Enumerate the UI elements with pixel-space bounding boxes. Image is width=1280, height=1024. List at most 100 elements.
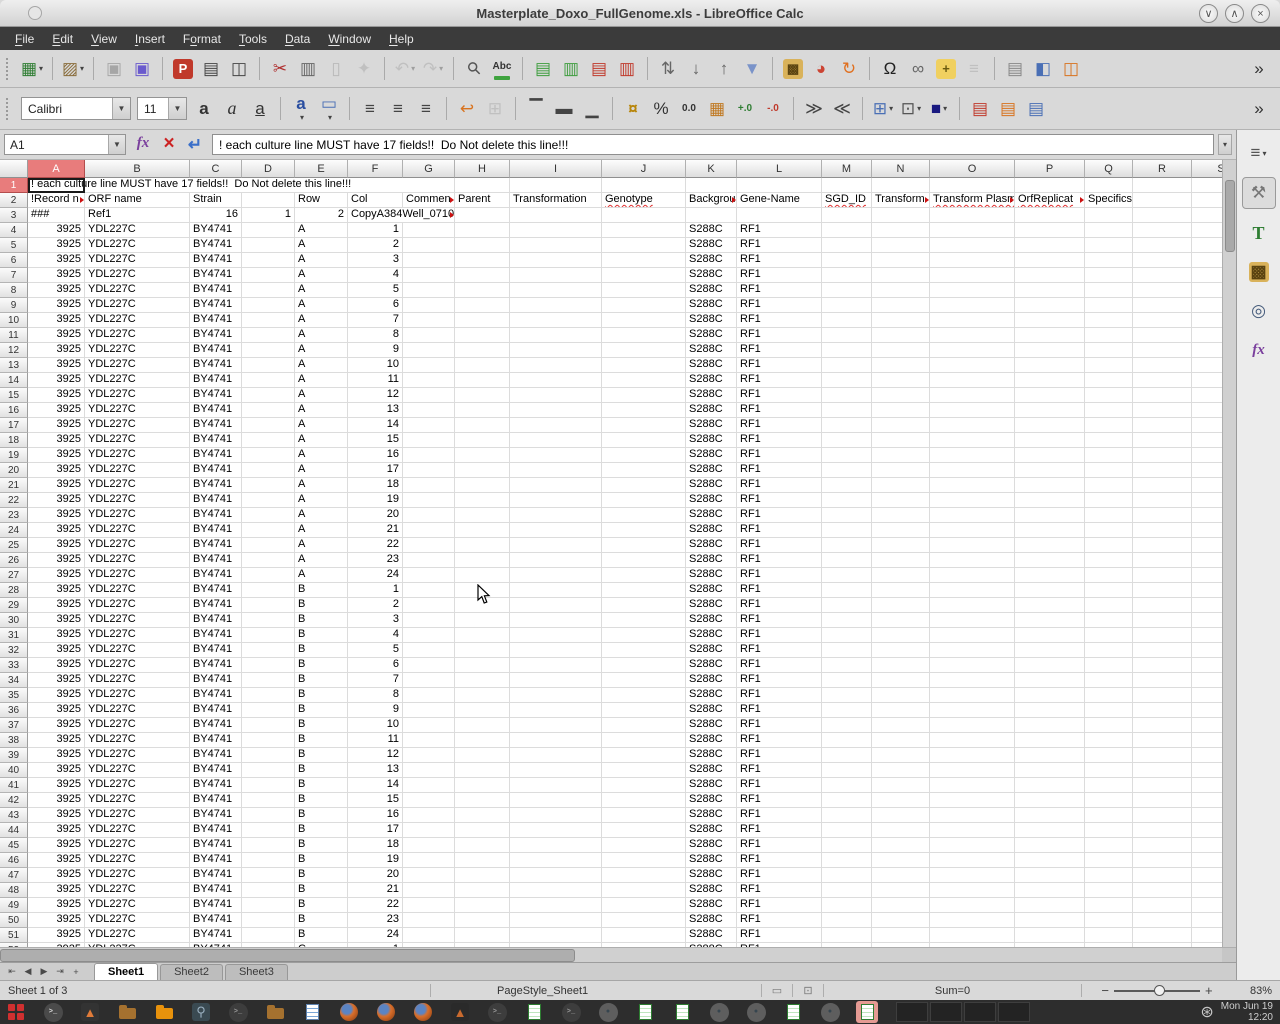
save-button[interactable]: ▣	[101, 55, 127, 82]
grid-cell[interactable]: S288C	[686, 493, 737, 508]
grid-cell[interactable]	[930, 778, 1015, 793]
grid-cell[interactable]: BY4741	[190, 478, 242, 493]
grid-cell[interactable]	[930, 583, 1015, 598]
grid-cell[interactable]	[455, 373, 510, 388]
row-header-18[interactable]: 18	[0, 433, 28, 448]
grid-cell[interactable]	[822, 613, 872, 628]
grid-cell[interactable]	[872, 673, 930, 688]
grid-cell[interactable]	[1133, 643, 1192, 658]
grid-cell[interactable]	[403, 358, 455, 373]
grid-cell[interactable]	[1085, 943, 1133, 947]
grid-cell[interactable]: 3925	[28, 568, 85, 583]
row-header-20[interactable]: 20	[0, 463, 28, 478]
grid-cell[interactable]: S288C	[686, 253, 737, 268]
grid-cell[interactable]	[1192, 763, 1222, 778]
grid-cell[interactable]	[602, 838, 686, 853]
grid-cell[interactable]	[872, 268, 930, 283]
grid-cell[interactable]: BY4741	[190, 778, 242, 793]
grid-cell[interactable]	[1085, 298, 1133, 313]
grid-cell[interactable]	[242, 733, 295, 748]
grid-cell[interactable]: YDL227C	[85, 478, 190, 493]
grid-cell[interactable]	[1085, 658, 1133, 673]
grid-cell[interactable]	[510, 433, 602, 448]
grid-cell[interactable]: RF1	[737, 658, 822, 673]
grid-cell[interactable]	[1085, 478, 1133, 493]
grid-cell[interactable]	[930, 748, 1015, 763]
grid-cell[interactable]	[1192, 433, 1222, 448]
grid-cell[interactable]: 1	[348, 583, 403, 598]
insert-pivot-table-button[interactable]: ↻	[836, 55, 862, 82]
grid-cell[interactable]	[510, 538, 602, 553]
grid-cell[interactable]	[1015, 943, 1085, 947]
menu-help[interactable]: Help	[380, 29, 423, 49]
grid-cell[interactable]	[242, 358, 295, 373]
grid-cell[interactable]: 1	[242, 208, 295, 223]
grid-cell[interactable]	[1085, 463, 1133, 478]
grid-cell[interactable]: RF1	[737, 388, 822, 403]
grid-cell[interactable]	[1085, 403, 1133, 418]
grid-cell[interactable]	[403, 553, 455, 568]
column-header-M[interactable]: M	[822, 160, 872, 178]
grid-cell[interactable]: RF1	[737, 913, 822, 928]
grid-cell[interactable]	[1133, 823, 1192, 838]
terminal-3-button[interactable]: >_	[486, 1001, 508, 1023]
grid-cell[interactable]	[1192, 553, 1222, 568]
grid-cell[interactable]	[1085, 808, 1133, 823]
grid-cell[interactable]	[822, 373, 872, 388]
column-header-E[interactable]: E	[295, 160, 348, 178]
grid-cell[interactable]	[822, 328, 872, 343]
grid-cell[interactable]	[1085, 748, 1133, 763]
grid-cell[interactable]: S288C	[686, 853, 737, 868]
file-manager-3-button[interactable]	[264, 1001, 286, 1023]
sort-descending-button[interactable]: ↑	[711, 55, 737, 82]
grid-cell[interactable]	[1133, 388, 1192, 403]
grid-cell[interactable]	[1015, 313, 1085, 328]
grid-cell[interactable]: BY4741	[190, 523, 242, 538]
grid-cell[interactable]: S288C	[686, 223, 737, 238]
row-header-41[interactable]: 41	[0, 778, 28, 793]
grid-cell[interactable]: YDL227C	[85, 298, 190, 313]
grid-cell[interactable]: B	[295, 808, 348, 823]
grid-cell[interactable]: 2	[348, 598, 403, 613]
grid-cell[interactable]: 4	[348, 628, 403, 643]
grid-cell[interactable]	[1015, 913, 1085, 928]
row-header-24[interactable]: 24	[0, 523, 28, 538]
grid-cell[interactable]: RF1	[737, 448, 822, 463]
grid-cell[interactable]	[510, 823, 602, 838]
currency-format-button[interactable]: ¤	[620, 95, 646, 122]
grid-cell[interactable]: B	[295, 613, 348, 628]
hyperlink-button[interactable]: ∞	[905, 55, 931, 82]
grid-cell[interactable]	[1133, 598, 1192, 613]
grid-cell[interactable]	[1085, 553, 1133, 568]
grid-cell[interactable]: 3925	[28, 718, 85, 733]
grid-cell[interactable]	[403, 253, 455, 268]
app-circle-1-button[interactable]: ●	[597, 1001, 619, 1023]
grid-cell[interactable]: YDL227C	[85, 793, 190, 808]
grid-cell[interactable]	[872, 823, 930, 838]
column-header-K[interactable]: K	[686, 160, 737, 178]
grid-cell[interactable]	[930, 238, 1015, 253]
grid-cell[interactable]: YDL227C	[85, 913, 190, 928]
grid-cell[interactable]	[455, 478, 510, 493]
grid-cell[interactable]	[242, 373, 295, 388]
first-sheet-button[interactable]: ⇤	[4, 966, 20, 980]
column-header-B[interactable]: B	[85, 160, 190, 178]
grid-cell[interactable]: S288C	[686, 283, 737, 298]
grid-cell[interactable]	[1085, 673, 1133, 688]
grid-cell[interactable]	[455, 493, 510, 508]
grid-cell[interactable]	[1192, 658, 1222, 673]
grid-cell[interactable]	[455, 658, 510, 673]
grid-cell[interactable]	[1133, 568, 1192, 583]
grid-cell[interactable]	[1192, 733, 1222, 748]
grid-cell[interactable]	[1133, 433, 1192, 448]
grid-cell[interactable]: BY4741	[190, 568, 242, 583]
grid-cell[interactable]: 3925	[28, 538, 85, 553]
grid-cell[interactable]: S288C	[686, 478, 737, 493]
grid-cell[interactable]	[510, 598, 602, 613]
grid-cell[interactable]	[872, 313, 930, 328]
grid-cell[interactable]	[602, 823, 686, 838]
row-header-21[interactable]: 21	[0, 478, 28, 493]
grid-cell[interactable]	[822, 568, 872, 583]
grid-cell[interactable]: A	[295, 478, 348, 493]
grid-cell[interactable]	[1192, 238, 1222, 253]
